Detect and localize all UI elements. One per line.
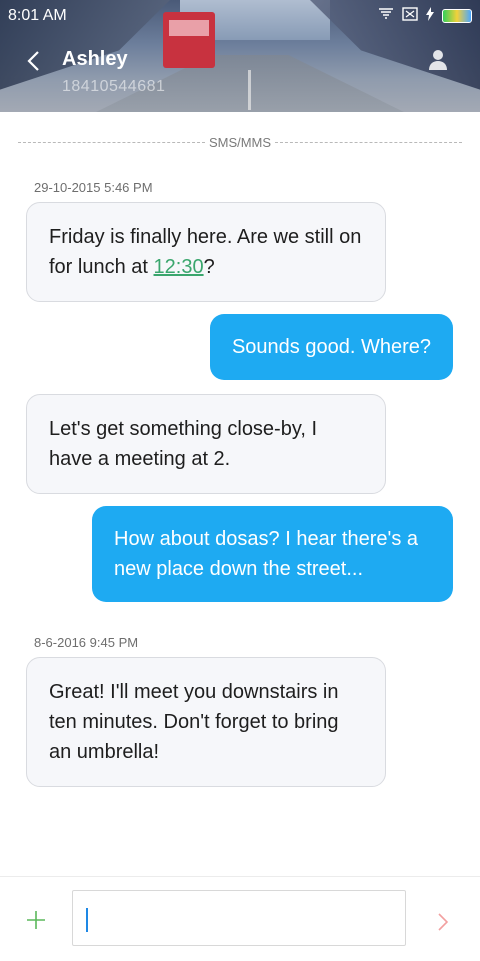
incoming-message[interactable]: Friday is finally here. Are we still on … — [26, 202, 386, 302]
signal-icon — [378, 7, 394, 24]
battery-icon — [442, 8, 472, 23]
divider-line-left — [18, 141, 205, 143]
contact-name[interactable]: Ashley — [62, 48, 128, 71]
person-icon[interactable] — [428, 48, 448, 70]
message-text-end: ? — [203, 256, 215, 278]
header-background-bus — [163, 12, 215, 68]
channel-label: SMS/MMS — [208, 134, 272, 150]
sim-icon — [402, 7, 418, 24]
channel-divider: SMS/MMS — [18, 134, 462, 150]
back-chevron-icon[interactable] — [26, 50, 42, 72]
conversation-header: 8:01 AM Ashley 18410544681 — [0, 0, 480, 112]
status-time: 8:01 AM — [8, 7, 67, 24]
compose-bar — [0, 876, 480, 961]
incoming-message[interactable]: Let's get something close-by, I have a m… — [26, 394, 386, 494]
message-timestamp: 8-6-2016 9:45 PM — [34, 635, 139, 650]
message-timestamp: 29-10-2015 5:46 PM — [34, 180, 153, 195]
bolt-icon — [426, 7, 434, 24]
outgoing-message[interactable]: How about dosas? I hear there's a new pl… — [92, 506, 453, 602]
status-icons — [378, 7, 472, 24]
text-cursor — [86, 908, 88, 932]
contact-number: 18410544681 — [62, 78, 166, 95]
incoming-message[interactable]: Great! I'll meet you downstairs in ten m… — [26, 657, 386, 787]
divider-line-right — [275, 141, 462, 143]
send-chevron-icon[interactable] — [437, 912, 449, 932]
outgoing-message[interactable]: Sounds good. Where? — [209, 314, 453, 380]
header-background-road-marking — [248, 70, 251, 110]
message-input[interactable] — [72, 890, 406, 946]
time-link[interactable]: 12:30 — [154, 256, 204, 278]
plus-icon[interactable] — [26, 910, 46, 930]
